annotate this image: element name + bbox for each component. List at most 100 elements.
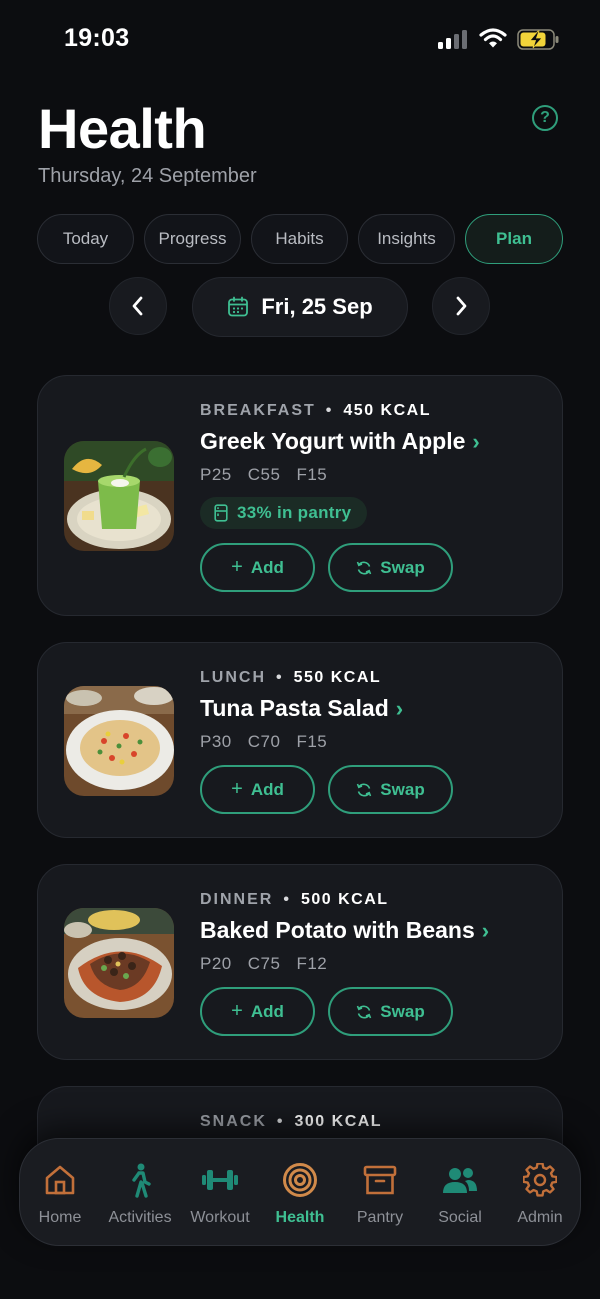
pantry-label: 33% in pantry — [237, 503, 352, 522]
tab-progress[interactable]: Progress — [144, 214, 241, 264]
bottom-nav: Home Activities Workout Health Pantry So… — [19, 1138, 581, 1246]
next-day-button[interactable] — [432, 277, 490, 335]
nav-admin[interactable]: Admin — [500, 1139, 580, 1247]
meal-header: DINNER • 500 KCAL — [200, 891, 542, 909]
nav-label: Pantry — [356, 1209, 404, 1226]
meal-header: BREAKFAST • 450 KCAL — [200, 402, 542, 420]
status-time: 19:03 — [64, 24, 130, 52]
previous-day-button[interactable] — [109, 277, 167, 335]
meal-info: SNACK • 300 KCAL — [200, 1113, 542, 1131]
meal-info: LUNCH • 550 KCAL Tuna Pasta Salad › P30 … — [200, 669, 542, 752]
meal-card-lunch[interactable]: LUNCH • 550 KCAL Tuna Pasta Salad › P30 … — [37, 642, 563, 838]
nav-health[interactable]: Health — [260, 1139, 340, 1247]
macro-protein: P20 — [200, 954, 232, 973]
meal-name: Tuna Pasta Salad — [200, 695, 389, 721]
separator-dot: • — [276, 669, 284, 686]
add-meal-button[interactable]: + Add — [200, 987, 315, 1036]
pantry-badge: 33% in pantry — [200, 497, 368, 529]
add-label: Add — [250, 1001, 284, 1021]
walking-person-icon — [132, 1163, 151, 1198]
meal-photo — [64, 686, 174, 796]
swap-label: Swap — [380, 1001, 425, 1021]
macro-fat: F12 — [296, 954, 328, 973]
nav-social[interactable]: Social — [420, 1139, 500, 1247]
macro-carbs: C70 — [247, 732, 281, 751]
add-label: Add — [250, 779, 284, 799]
swap-label: Swap — [380, 557, 425, 577]
refresh-icon — [357, 783, 372, 796]
date-selector[interactable]: Fri, 25 Sep — [192, 277, 408, 337]
macros: P30 C70 F15 — [200, 732, 542, 752]
target-icon — [283, 1163, 317, 1197]
macro-carbs: C55 — [247, 465, 281, 484]
macro-fat: F15 — [296, 465, 328, 484]
meal-type: SNACK — [200, 1113, 267, 1130]
nav-label: Health — [275, 1209, 325, 1226]
swap-meal-button[interactable]: Swap — [328, 987, 453, 1036]
add-meal-button[interactable]: + Add — [200, 765, 315, 814]
meal-actions: + Add Swap — [200, 543, 453, 592]
macros: P25 C55 F15 — [200, 465, 542, 485]
meal-name-link[interactable]: Tuna Pasta Salad › — [200, 695, 542, 722]
meal-name-link[interactable]: Baked Potato with Beans › — [200, 917, 542, 944]
macro-fat: F15 — [296, 732, 328, 751]
wifi-icon — [479, 28, 507, 48]
nav-label: Activities — [108, 1209, 172, 1226]
page-title: Health — [38, 97, 207, 160]
meal-type: LUNCH — [200, 669, 266, 686]
home-icon — [45, 1165, 75, 1195]
meal-kcal: 500 KCAL — [300, 891, 389, 908]
swap-meal-button[interactable]: Swap — [328, 543, 453, 592]
meal-type: BREAKFAST — [200, 402, 316, 419]
help-button[interactable]: ? — [532, 105, 558, 131]
meal-kcal: 550 KCAL — [293, 669, 382, 686]
swap-meal-button[interactable]: Swap — [328, 765, 453, 814]
chevron-left-icon — [132, 296, 143, 316]
meal-card-dinner[interactable]: DINNER • 500 KCAL Baked Potato with Bean… — [37, 864, 563, 1060]
nav-label: Workout — [190, 1209, 250, 1226]
battery-charging-icon — [517, 29, 559, 50]
nav-home[interactable]: Home — [20, 1139, 100, 1247]
meal-actions: + Add Swap — [200, 765, 453, 814]
meal-info: DINNER • 500 KCAL Baked Potato with Bean… — [200, 891, 542, 974]
nav-pantry[interactable]: Pantry — [340, 1139, 420, 1247]
meal-kcal: 450 KCAL — [343, 402, 431, 419]
meal-photo — [64, 441, 174, 551]
page-date: Thursday, 24 September — [38, 165, 257, 187]
plus-icon: + — [231, 778, 243, 800]
tab-plan[interactable]: Plan — [465, 214, 563, 264]
calendar-icon — [228, 296, 249, 317]
meal-type: DINNER — [200, 891, 274, 908]
chevron-right-icon — [456, 296, 467, 316]
status-bar: 19:03 — [0, 0, 600, 80]
tab-today[interactable]: Today — [37, 214, 134, 264]
swap-label: Swap — [380, 779, 425, 799]
meal-card-breakfast[interactable]: BREAKFAST • 450 KCAL Greek Yogurt with A… — [37, 375, 563, 616]
macros: P20 C75 F12 — [200, 954, 542, 974]
meal-name: Baked Potato with Beans — [200, 917, 475, 943]
separator-dot: • — [283, 891, 291, 908]
people-icon — [443, 1168, 477, 1193]
nav-label: Social — [438, 1209, 482, 1226]
fridge-icon — [214, 504, 228, 522]
macro-carbs: C75 — [247, 954, 281, 973]
meal-actions: + Add Swap — [200, 987, 453, 1036]
chevron-right-icon: › — [481, 917, 490, 943]
nav-workout[interactable]: Workout — [180, 1139, 260, 1247]
gear-icon — [523, 1163, 557, 1197]
meal-info: BREAKFAST • 450 KCAL Greek Yogurt with A… — [200, 402, 542, 529]
tab-insights[interactable]: Insights — [358, 214, 455, 264]
tab-habits[interactable]: Habits — [251, 214, 348, 264]
nav-activities[interactable]: Activities — [100, 1139, 180, 1247]
archive-box-icon — [363, 1165, 397, 1195]
chevron-right-icon: › — [395, 695, 404, 721]
meal-photo — [64, 908, 174, 1018]
separator-dot: • — [325, 402, 334, 419]
nav-label: Admin — [517, 1209, 563, 1226]
add-meal-button[interactable]: + Add — [200, 543, 315, 592]
macro-protein: P30 — [200, 732, 232, 751]
meal-header: SNACK • 300 KCAL — [200, 1113, 542, 1131]
meal-name-link[interactable]: Greek Yogurt with Apple › — [200, 428, 542, 455]
plus-icon: + — [231, 556, 243, 578]
plus-icon: + — [231, 1000, 243, 1022]
